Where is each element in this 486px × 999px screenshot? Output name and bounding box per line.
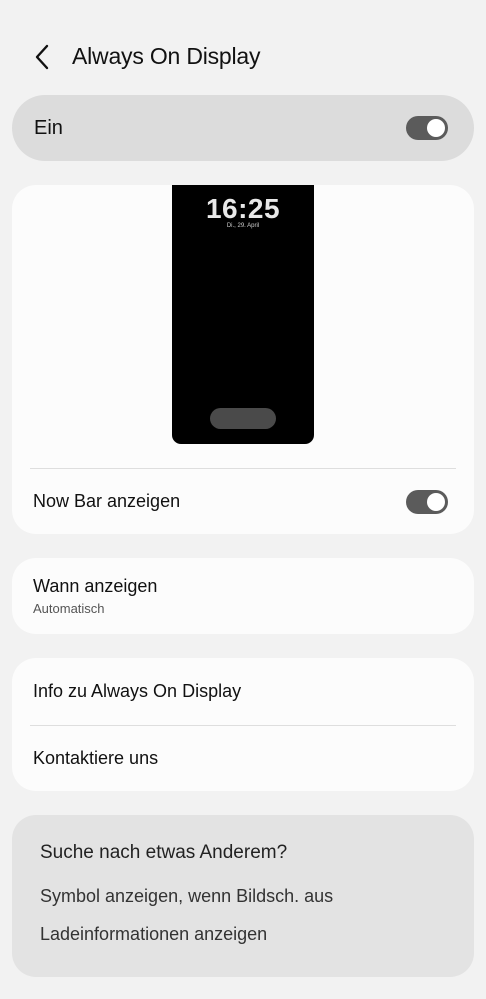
now-bar-toggle[interactable] (406, 489, 448, 514)
info-row[interactable]: Info zu Always On Display (12, 658, 474, 725)
back-button[interactable] (26, 40, 58, 74)
suggestions-title: Suche nach etwas Anderem? (40, 842, 288, 863)
aod-preview-phone[interactable]: 16:25 Di., 29. April (172, 185, 314, 444)
chevron-left-icon (35, 44, 49, 70)
master-switch-toggle[interactable] (406, 116, 448, 140)
info-label: Info zu Always On Display (33, 681, 242, 701)
when-show-row[interactable]: Wann anzeigen Automatisch (12, 558, 474, 634)
preview-date: Di., 29. April (226, 223, 260, 229)
contact-label: Kontaktiere uns (33, 748, 159, 768)
when-show-label: Wann anzeigen (33, 576, 158, 596)
contact-row[interactable]: Kontaktiere uns (12, 726, 474, 791)
master-switch-label: Ein (34, 116, 63, 139)
page-title: Always On Display (72, 43, 261, 69)
now-bar-row[interactable]: Now Bar anzeigen (12, 469, 474, 534)
when-show-card: Wann anzeigen Automatisch (12, 558, 474, 634)
preview-card: 16:25 Di., 29. April Now Bar anzeigen (12, 185, 474, 534)
info-card: Info zu Always On Display Kontaktiere un… (12, 658, 474, 791)
when-show-value: Automatisch (33, 601, 105, 616)
suggestion-link[interactable]: Symbol anzeigen, wenn Bildsch. aus (40, 886, 333, 907)
preview-now-bar-pill (210, 408, 276, 429)
toggle-knob (427, 492, 445, 511)
when-show-text: Wann anzeigen Automatisch (33, 576, 157, 616)
suggestion-link[interactable]: Ladeinformationen anzeigen (40, 924, 267, 945)
suggestions-card: Suche nach etwas Anderem? Symbol anzeige… (12, 815, 474, 977)
toggle-knob (427, 119, 445, 137)
now-bar-label: Now Bar anzeigen (33, 491, 181, 511)
master-switch-row[interactable]: Ein (12, 95, 474, 161)
preview-clock: 16:25 (205, 193, 281, 224)
